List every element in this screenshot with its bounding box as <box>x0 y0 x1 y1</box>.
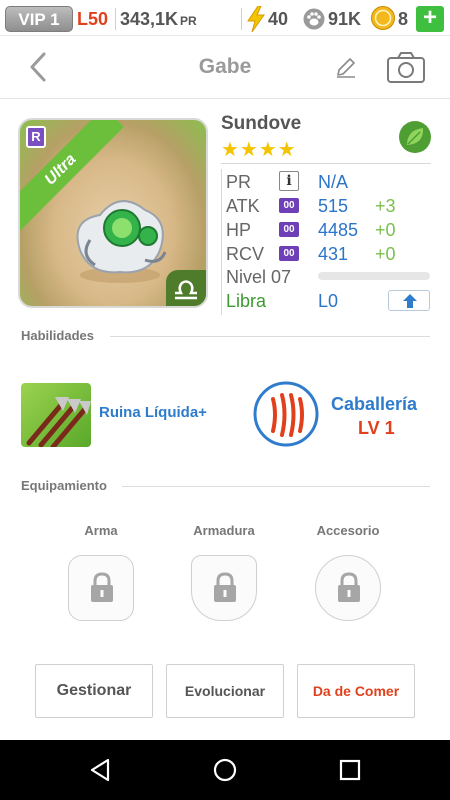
leaf-icon <box>399 121 431 153</box>
rarity-stars: ★★★★ <box>221 139 297 161</box>
weapon-slot[interactable] <box>68 555 134 621</box>
system-nav-bar <box>0 740 450 800</box>
level-progress-bar <box>318 272 430 280</box>
camera-icon[interactable] <box>386 50 426 84</box>
stat-bonus-atk: +3 <box>375 196 396 216</box>
stat-bonus-hp: +0 <box>375 220 396 240</box>
vip-badge[interactable]: VIP 1 <box>5 6 73 32</box>
equipment-section-title: Equipamiento <box>21 478 107 493</box>
header: Gabe <box>0 37 450 99</box>
evolve-button[interactable]: Evolucionar <box>166 664 284 718</box>
paw-icon <box>303 8 325 30</box>
stat-badge-hp: 00 <box>279 222 299 237</box>
divider <box>241 8 242 30</box>
armor-label: Armadura <box>193 523 255 538</box>
page-title: Gabe <box>198 55 252 78</box>
divider <box>122 486 430 487</box>
nav-back-icon[interactable] <box>88 758 112 782</box>
triple-arrow-icon <box>26 397 91 447</box>
lightning-icon <box>247 6 265 32</box>
zodiac-label: Libra <box>226 291 267 311</box>
coin-count: 8 <box>398 9 409 29</box>
level-label: Nivel 07 <box>226 267 292 287</box>
arrow-up-icon <box>403 294 417 308</box>
energy-count: 40 <box>268 9 289 29</box>
monster-portrait[interactable]: Ultra R <box>18 118 208 308</box>
nav-recent-apps-icon[interactable] <box>339 759 361 781</box>
player-pr-value: 343,1K <box>120 9 179 29</box>
accessory-slot[interactable] <box>315 555 381 621</box>
paw-count: 91K <box>328 9 362 29</box>
stat-value-pr: N/A <box>318 172 349 192</box>
armor-slot[interactable] <box>191 555 257 621</box>
upgrade-button[interactable] <box>388 290 430 311</box>
zodiac-badge <box>166 270 206 306</box>
info-icon[interactable]: i <box>279 171 299 191</box>
active-skill-name[interactable]: Ruina Líquida+ <box>99 404 207 421</box>
lock-icon <box>338 572 360 602</box>
manage-button[interactable]: Gestionar <box>35 664 153 718</box>
stat-label-atk: ATK <box>226 196 260 216</box>
zodiac-level: L0 <box>318 291 339 311</box>
lock-icon <box>214 572 236 602</box>
monster-name: Sundove <box>221 113 302 134</box>
divider <box>115 8 116 30</box>
player-pr-label: PR <box>180 14 197 28</box>
claw-icon[interactable] <box>253 381 319 447</box>
rank-badge: R <box>26 126 46 148</box>
divider <box>110 336 430 337</box>
active-skill-icon[interactable] <box>21 383 91 447</box>
stat-label-rcv: RCV <box>226 244 265 264</box>
stat-label-hp: HP <box>226 220 252 240</box>
monster-image <box>76 200 167 283</box>
coin-icon <box>371 6 395 30</box>
stat-badge-atk: 00 <box>279 198 299 213</box>
add-coins-button[interactable]: + <box>416 6 444 32</box>
nav-home-icon[interactable] <box>213 758 237 782</box>
stat-bonus-rcv: +0 <box>375 244 396 264</box>
stat-value-atk: 515 <box>318 196 349 216</box>
pencil-icon[interactable] <box>333 54 359 80</box>
weapon-label: Arma <box>84 523 118 538</box>
status-bar: VIP 1 L50 343,1K PR 40 91K 8 + <box>0 0 450 36</box>
accessory-label: Accesorio <box>316 523 380 538</box>
passive-skill-name[interactable]: Caballería <box>331 394 417 415</box>
lock-icon <box>91 572 113 602</box>
player-pr: 343,1K PR <box>120 7 197 33</box>
passive-skill-level: LV 1 <box>358 418 395 438</box>
stat-label-pr: PR <box>226 172 252 192</box>
stat-badge-rcv: 00 <box>279 246 299 261</box>
divider <box>221 163 431 164</box>
libra-icon <box>175 280 197 300</box>
skills-section-title: Habilidades <box>21 328 94 343</box>
stat-value-rcv: 431 <box>318 244 349 264</box>
stat-value-hp: 4485 <box>318 220 359 240</box>
player-level: L50 <box>77 9 109 29</box>
feed-button[interactable]: Da de Comer <box>297 664 415 718</box>
